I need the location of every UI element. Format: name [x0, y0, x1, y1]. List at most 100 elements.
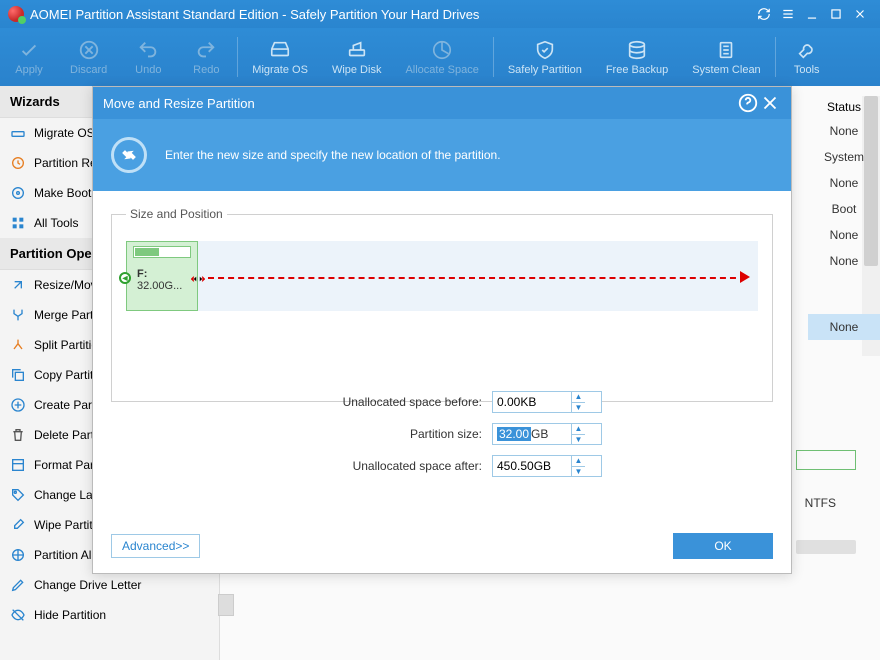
align-icon [10, 547, 26, 563]
cancel-icon [78, 38, 100, 62]
resize-icon [10, 277, 26, 293]
resize-handle-right-icon[interactable] [191, 272, 205, 286]
resize-handle-left-icon[interactable]: ◄ [119, 272, 131, 284]
sidebar-item-driveletter[interactable]: Change Drive Letter [0, 570, 219, 600]
pie-icon [431, 38, 453, 62]
refresh-icon[interactable] [752, 4, 776, 24]
split-icon [10, 337, 26, 353]
label-partition-size: Partition size: [282, 427, 482, 441]
partition-size: 32.00G... [137, 280, 182, 292]
chevron-up-icon[interactable]: ▲ [572, 392, 585, 403]
sidebar-item-hide[interactable]: Hide Partition [0, 600, 219, 630]
discard-button[interactable]: Discard [58, 28, 119, 86]
stepper-arrows[interactable]: ▲▼ [571, 456, 585, 476]
dialog-close-icon[interactable] [759, 93, 781, 113]
safely-partition-button[interactable]: Safely Partition [496, 28, 594, 86]
wipe-icon [346, 38, 368, 62]
stepper-arrows[interactable]: ▲▼ [571, 392, 585, 412]
partition-block[interactable]: F: 32.00G... ◄ [126, 241, 198, 311]
migrate-os-button[interactable]: Migrate OS [240, 28, 320, 86]
sidebar-item-label: Change Drive Letter [34, 578, 141, 592]
trash-icon [10, 427, 26, 443]
spin-partition-size[interactable]: 32.00GB ▲▼ [492, 423, 602, 445]
spin-unalloc-before[interactable]: ▲▼ [492, 391, 602, 413]
allocate-space-button[interactable]: Allocate Space [393, 28, 490, 86]
fs-label: NTFS [805, 496, 836, 510]
label-unalloc-before: Unallocated space before: [282, 395, 482, 409]
help-icon[interactable] [737, 93, 759, 113]
disk-strip [796, 540, 856, 554]
undo-button[interactable]: Undo [119, 28, 177, 86]
advanced-button[interactable]: Advanced>> [111, 534, 200, 558]
menu-icon[interactable] [776, 4, 800, 24]
tag-icon [10, 487, 26, 503]
toolbar-separator [237, 37, 238, 77]
close-icon[interactable] [848, 4, 872, 24]
stepper-arrows[interactable]: ▲▼ [571, 424, 585, 444]
redo-button[interactable]: Redo [177, 28, 235, 86]
size-form: Unallocated space before: ▲▼ Partition s… [93, 391, 791, 477]
resize-partition-dialog: Move and Resize Partition Enter the new … [92, 86, 792, 574]
row-partition-size: Partition size: 32.00GB ▲▼ [282, 423, 602, 445]
fieldset-legend: Size and Position [126, 207, 227, 221]
clean-icon [715, 38, 737, 62]
row-unalloc-after: Unallocated space after: ▲▼ [282, 455, 602, 477]
window-titlebar: AOMEI Partition Assistant Standard Editi… [0, 0, 880, 28]
status-cell: Boot [816, 196, 872, 222]
maximize-icon[interactable] [824, 4, 848, 24]
partition-letter: F: [137, 268, 182, 280]
usage-bar [133, 246, 191, 258]
check-icon [18, 38, 40, 62]
input-partition-size[interactable]: 32.00 [497, 427, 531, 441]
app-logo-icon [8, 6, 24, 22]
wipe-disk-button[interactable]: Wipe Disk [320, 28, 394, 86]
plus-icon [10, 397, 26, 413]
drive-icon [10, 125, 26, 141]
status-cell: None [816, 170, 872, 196]
resize-arrows-icon [111, 137, 147, 173]
hide-icon [10, 607, 26, 623]
dialog-banner: Enter the new size and specify the new l… [93, 119, 791, 191]
undo-icon [137, 38, 159, 62]
dialog-title: Move and Resize Partition [103, 96, 737, 111]
apply-button[interactable]: Apply [0, 28, 58, 86]
status-cell: None [816, 222, 872, 248]
arrowhead-icon [740, 271, 750, 283]
minimize-icon[interactable] [800, 4, 824, 24]
fs-box [796, 450, 856, 470]
free-backup-button[interactable]: Free Backup [594, 28, 680, 86]
chevron-down-icon[interactable]: ▼ [572, 467, 585, 477]
disc-icon [10, 185, 26, 201]
recovery-icon [10, 155, 26, 171]
drive-icon [269, 38, 291, 62]
dialog-body: Size and Position F: 32.00G... ◄ Unalloc… [93, 191, 791, 523]
ok-button[interactable]: OK [673, 533, 773, 559]
partition-track[interactable]: F: 32.00G... ◄ [126, 241, 758, 311]
input-unalloc-before[interactable] [493, 393, 571, 411]
wrench-icon [796, 38, 818, 62]
status-column: Status None System None Boot None None N… [816, 96, 872, 340]
dialog-footer: Advanced>> OK [93, 523, 791, 573]
tools-button[interactable]: Tools [778, 28, 836, 86]
status-cell: System [816, 144, 872, 170]
window-title: AOMEI Partition Assistant Standard Editi… [30, 7, 752, 22]
input-unalloc-after[interactable] [493, 457, 571, 475]
dialog-banner-text: Enter the new size and specify the new l… [165, 148, 501, 162]
partition-labels: F: 32.00G... [137, 268, 182, 292]
status-cell-selected[interactable]: None [808, 314, 880, 340]
system-clean-button[interactable]: System Clean [680, 28, 772, 86]
copy-icon [10, 367, 26, 383]
chevron-up-icon[interactable]: ▲ [572, 424, 585, 435]
redo-icon [195, 38, 217, 62]
status-cell: None [816, 248, 872, 274]
resize-guide-line [208, 277, 746, 279]
status-cell: None [816, 118, 872, 144]
spin-unalloc-after[interactable]: ▲▼ [492, 455, 602, 477]
chevron-down-icon[interactable]: ▼ [572, 403, 585, 413]
chevron-down-icon[interactable]: ▼ [572, 435, 585, 445]
chevron-up-icon[interactable]: ▲ [572, 456, 585, 467]
sidebar-scroll-thumb[interactable] [218, 594, 234, 616]
dialog-titlebar: Move and Resize Partition [93, 87, 791, 119]
merge-icon [10, 307, 26, 323]
backup-icon [626, 38, 648, 62]
